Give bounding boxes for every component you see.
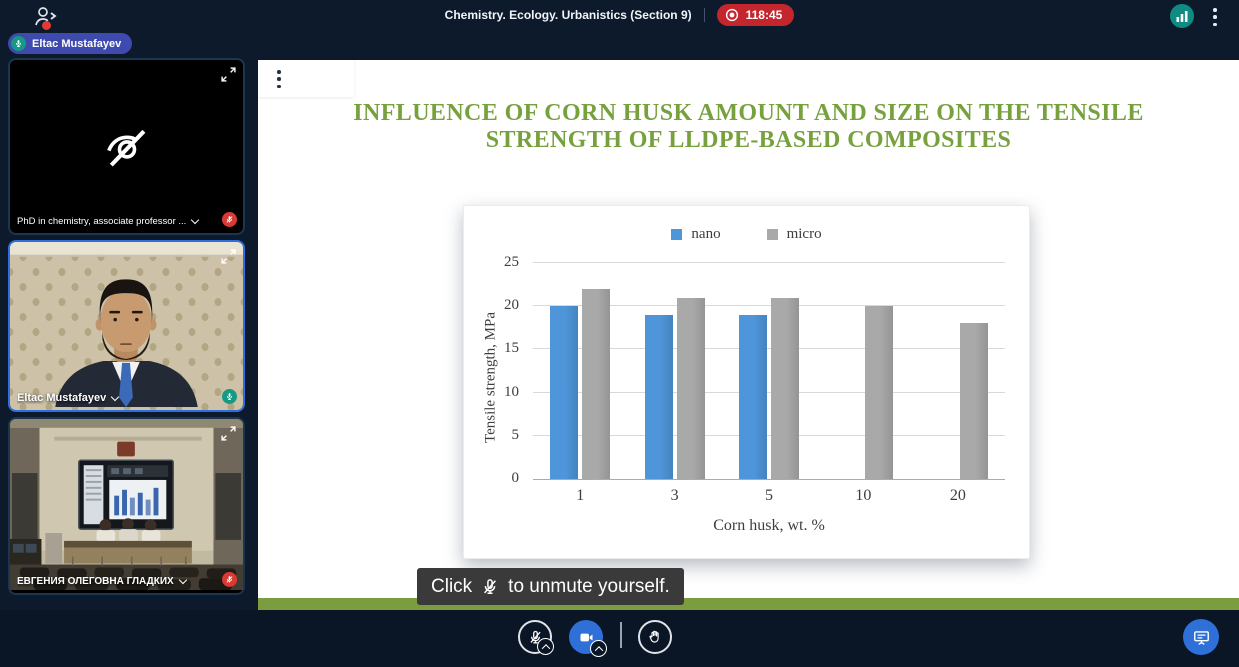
topbar-divider	[704, 8, 705, 22]
chevron-down-icon	[111, 392, 119, 400]
muted-mic-icon	[222, 572, 237, 587]
screen-share-button[interactable]	[1183, 619, 1219, 655]
bar-chart: nanomicro Tensile strength, MPa 05101520…	[463, 205, 1030, 559]
x-tick-label: 20	[911, 487, 1005, 505]
bar-nano-3	[645, 315, 673, 479]
recording-indicator[interactable]: 118:45	[717, 4, 795, 26]
video-feed-classroom	[10, 419, 243, 590]
legend-swatch	[767, 229, 778, 240]
options-menu-button[interactable]	[1209, 7, 1221, 27]
slide-footer-band	[258, 598, 1239, 610]
slide-title: INFLUENCE OF CORN HUSK AMOUNT AND SIZE O…	[258, 100, 1239, 154]
talking-indicator-pill[interactable]: Eltac Mustafayev	[8, 33, 132, 54]
chart-x-ticks: 1351020	[533, 487, 1005, 505]
camera-button[interactable]	[569, 620, 603, 654]
participant-name[interactable]: Eltac Mustafayev	[17, 392, 118, 404]
tooltip-text-suffix: to unmute yourself.	[508, 576, 670, 598]
fullscreen-icon[interactable]	[220, 66, 237, 83]
x-tick-label: 1	[533, 487, 627, 505]
x-tick-label: 3	[627, 487, 721, 505]
muted-mic-icon	[480, 577, 500, 597]
signal-bars-icon	[1176, 10, 1189, 22]
presentation-options-button[interactable]	[273, 69, 285, 89]
control-bar-divider	[620, 622, 622, 648]
bar-micro-3	[677, 298, 705, 479]
control-bar	[0, 610, 1239, 667]
presentation-area: INFLUENCE OF CORN HUSK AMOUNT AND SIZE O…	[258, 60, 1239, 610]
legend-item: nano	[671, 226, 720, 243]
bar-micro-20	[960, 323, 988, 479]
bar-group	[627, 263, 721, 479]
raised-hand-icon	[647, 629, 663, 645]
y-tick-label: 5	[489, 427, 519, 444]
person-portrait	[10, 242, 243, 407]
participant-name[interactable]: ЕВГЕНИЯ ОЛЕГОВНА ГЛАДКИХ	[17, 576, 186, 587]
muted-mic-icon	[222, 212, 237, 227]
bar-nano-5	[739, 315, 767, 479]
chart-legend: nano micro	[464, 226, 1029, 243]
bar-group	[533, 263, 627, 479]
bar-micro-1	[582, 289, 610, 479]
y-tick-label: 25	[489, 254, 519, 271]
y-tick-label: 10	[489, 384, 519, 401]
participant-name[interactable]: PhD in chemistry, associate professor ..…	[17, 216, 198, 227]
legend-swatch	[671, 229, 682, 240]
video-tile-eltac[interactable]: Eltac Mustafayev	[8, 240, 245, 412]
slide-title-line1: INFLUENCE OF CORN HUSK AMOUNT AND SIZE O…	[258, 100, 1239, 127]
fullscreen-icon[interactable]	[220, 248, 237, 265]
chevron-up-icon	[541, 644, 549, 652]
legend-item: micro	[767, 226, 822, 243]
recording-timer: 118:45	[746, 8, 783, 22]
raise-hand-button[interactable]	[638, 620, 672, 654]
bar-micro-10	[865, 306, 893, 479]
y-tick-label: 0	[489, 470, 519, 487]
presentation-screen-icon	[1192, 628, 1211, 647]
unmuted-mic-icon	[222, 389, 237, 404]
chevron-down-icon	[191, 216, 199, 224]
chevron-down-icon	[178, 576, 186, 584]
bar-nano-1	[550, 306, 578, 479]
topbar-center: Chemistry. Ecology. Urbanistics (Section…	[0, 0, 1239, 30]
chart-y-ticks: 0510152025	[489, 263, 525, 479]
talking-indicator-name: Eltac Mustafayev	[32, 38, 121, 50]
bar-group	[911, 263, 1005, 479]
record-icon	[725, 8, 739, 22]
x-tick-label: 5	[722, 487, 816, 505]
unmute-button[interactable]	[518, 620, 552, 654]
camera-off-icon	[10, 60, 243, 233]
chart-plot	[533, 263, 1005, 480]
slide-title-line2: STRENGTH OF LLDPE-BASED COMPOSITES	[258, 127, 1239, 154]
meeting-title: Chemistry. Ecology. Urbanistics (Section…	[445, 8, 692, 22]
video-tile-classroom[interactable]: ЕВГЕНИЯ ОЛЕГОВНА ГЛАДКИХ	[8, 417, 245, 595]
camera-options-button[interactable]	[590, 640, 607, 657]
chart-bar-groups	[533, 263, 1005, 479]
fullscreen-icon[interactable]	[220, 425, 237, 442]
bar-group	[816, 263, 910, 479]
audio-options-button[interactable]	[537, 638, 554, 655]
mic-on-icon	[11, 36, 26, 51]
y-tick-label: 15	[489, 340, 519, 357]
unmute-tooltip: Click to unmute yourself.	[417, 568, 684, 605]
tooltip-text-prefix: Click	[431, 576, 472, 598]
chart-x-axis-label: Corn husk, wt. %	[533, 517, 1005, 535]
connection-status-button[interactable]	[1170, 4, 1194, 28]
y-tick-label: 20	[489, 297, 519, 314]
video-tile-phd-professor[interactable]: PhD in chemistry, associate professor ..…	[8, 58, 245, 235]
bar-micro-5	[771, 298, 799, 479]
bar-group	[722, 263, 816, 479]
x-tick-label: 10	[816, 487, 910, 505]
chevron-up-icon	[594, 646, 602, 654]
